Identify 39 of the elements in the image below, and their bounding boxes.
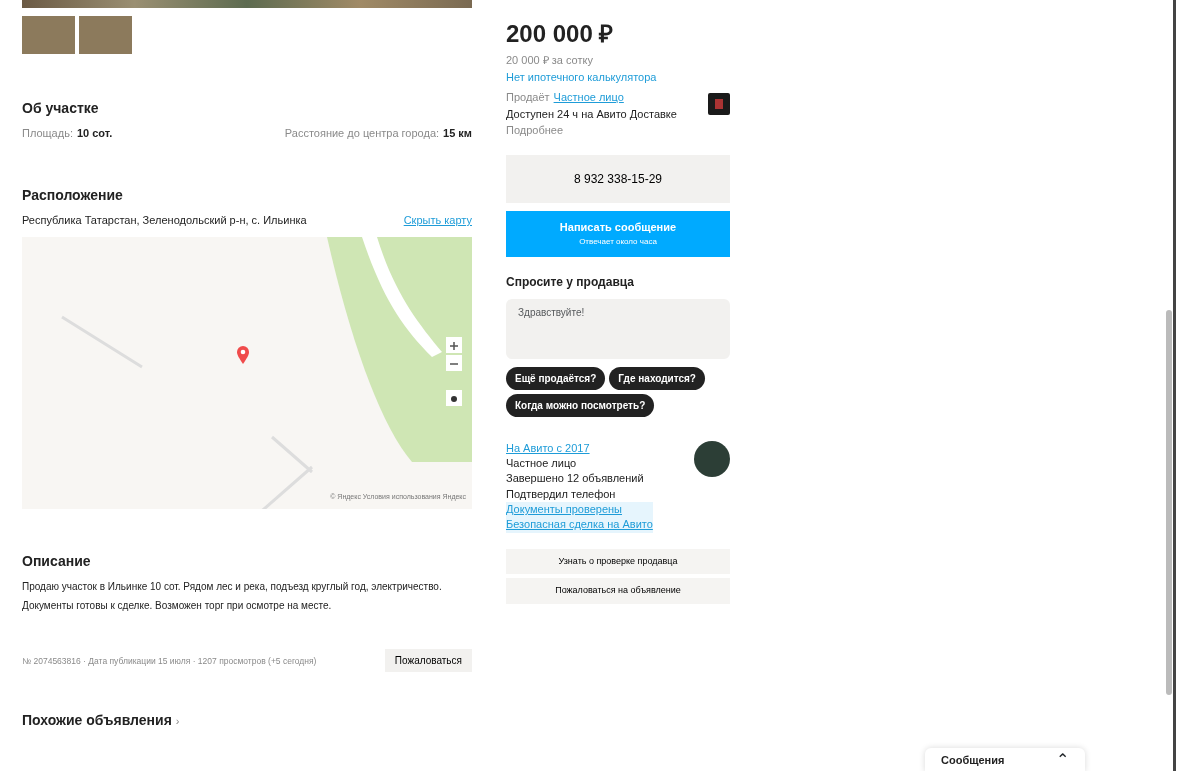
address-text: Республика Татарстан, Зеленодольский р-н, с. Ильинка — [22, 213, 307, 229]
price-per-unit: 20 000 ₽ за сотку — [506, 53, 594, 68]
seller-avatar — [694, 440, 730, 477]
message-field[interactable]: Здравствуйте! — [506, 298, 730, 359]
map-pin-icon — [236, 344, 250, 365]
messenger-label: Сообщения — [941, 752, 1005, 768]
button-subtitle: Отвечает около часа — [579, 235, 657, 248]
action-button[interactable]: Пожаловаться на объявление — [506, 578, 730, 604]
listing-meta: № 2074563816 · Дата публикации 15 июля · 1207 просмотров (+5 сегодня) — [22, 654, 317, 668]
param-label: Расстояние до центра города: — [284, 126, 440, 139]
seller-info: Завершено 12 объявлений — [506, 471, 645, 487]
price-text: 200 000 ₽ — [506, 19, 615, 49]
scrollbar-thumb[interactable] — [1166, 310, 1172, 695]
param-value: 15 км — [443, 126, 472, 139]
section-title: Об участке — [22, 100, 100, 117]
action-button[interactable]: Узнать о проверке продавца — [506, 548, 730, 575]
details-text: Подробнее — [506, 123, 565, 138]
section-title: Описание — [22, 552, 92, 570]
report-button[interactable]: Пожаловаться — [384, 649, 472, 673]
seller-info: Частное лицо — [506, 455, 578, 471]
button-label: Написать сообщение — [559, 220, 677, 236]
param-label: Площадь: — [22, 126, 73, 139]
section-title: Спросите у продавца — [506, 273, 635, 291]
section-title: Расположение — [22, 187, 124, 205]
phone-button[interactable]: 8 932 338-15-29 — [506, 154, 730, 203]
delivery-text: Доступен 24 ч на Авито Доставке — [506, 106, 677, 122]
description-text: Продаю участок в Ильинке 10 сот. Рядом лес и река, подъезд круглый год, электричество. Документы готовы к сделке. Возможен торг при осмотре на месте. — [22, 580, 443, 614]
quick-question-chip[interactable]: Ещё продаётся? — [506, 366, 606, 390]
delivery-icon — [708, 93, 730, 115]
photo-thumbnail[interactable] — [22, 16, 75, 54]
seller-info: Подтвердил телефон — [506, 486, 617, 502]
arrow-icon: › — [175, 712, 180, 730]
label-text: Продаёт — [506, 91, 550, 103]
section-title: Похожие объявления — [22, 711, 172, 731]
quick-question-chip[interactable]: Когда можно посмотреть? — [506, 393, 655, 417]
quick-question-chip[interactable]: Где находится? — [609, 366, 705, 390]
param-value: 10 сот. — [76, 126, 113, 139]
chevron-button[interactable]: ⌃ — [1056, 748, 1069, 771]
photo-thumbnail[interactable] — [79, 16, 132, 54]
